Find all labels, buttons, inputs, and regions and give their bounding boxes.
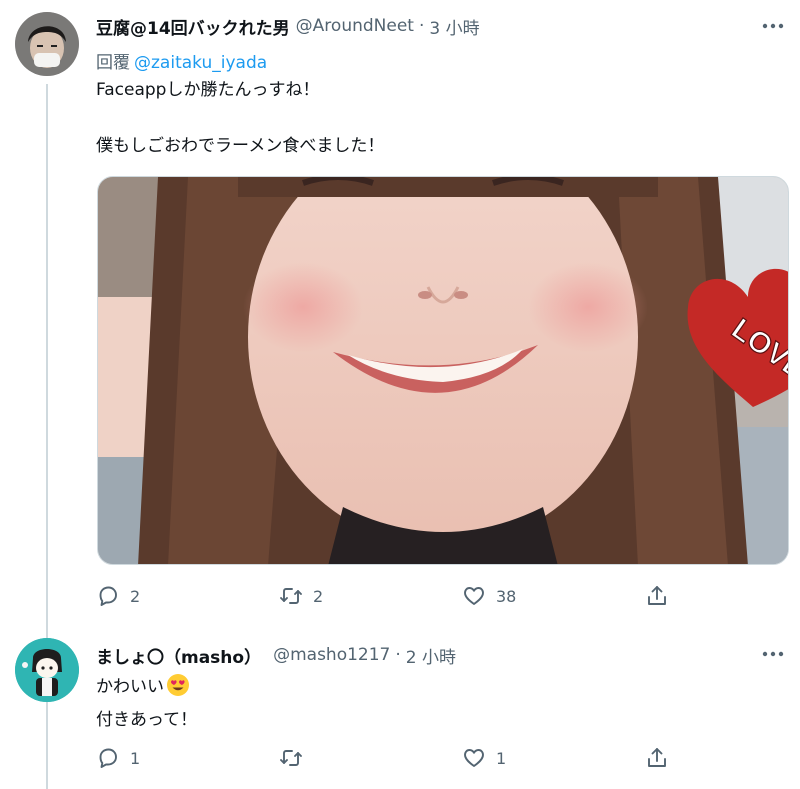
like-icon: [464, 749, 484, 767]
share-button[interactable]: [645, 745, 685, 771]
display-name[interactable]: ましょ〇（masho）: [96, 643, 261, 668]
reply-button[interactable]: 1: [96, 745, 279, 771]
reply-icon: [99, 748, 117, 768]
tweet-actions: 2 2 38: [96, 583, 690, 609]
tweet-text: Faceappしか勝たんっすね！ 僕もしごおわでラーメン食べました！: [96, 76, 384, 160]
like-count: 1: [496, 748, 507, 768]
tweet-text-line: 僕もしごおわでラーメン食べました！: [96, 136, 385, 156]
tweet-text-line-2: 付きあって！: [96, 710, 198, 730]
avatar-masho[interactable]: [15, 638, 79, 702]
tweet-header: ましょ〇（masho） @masho1217 · 2 小時: [96, 641, 456, 669]
reply-button[interactable]: 2: [96, 583, 279, 609]
reply-count: 2: [130, 586, 141, 606]
heart-eyes-emoji-icon: [166, 673, 190, 706]
tweet-text: かわいい 付きあって！: [96, 673, 197, 734]
tweet-actions: 1 1: [96, 745, 690, 771]
share-icon: [648, 748, 666, 767]
replying-to-label: 回覆: [96, 53, 130, 73]
photo-image: LOVE: [98, 177, 788, 564]
display-name[interactable]: 豆腐@14回バックれた男: [96, 14, 290, 39]
share-icon: [648, 586, 666, 605]
tweet-text-line: Faceappしか勝たんっすね！: [96, 80, 320, 100]
replying-to: 回覆 @zaitaku_iyada: [96, 48, 267, 73]
like-button[interactable]: 1: [462, 745, 645, 771]
user-handle[interactable]: @AroundNeet: [296, 16, 414, 36]
tweet-text-line: かわいい: [96, 673, 197, 706]
timestamp[interactable]: 2 小時: [406, 643, 456, 668]
tweet-header: 豆腐@14回バックれた男 @AroundNeet · 3 小時: [96, 12, 480, 40]
tweet-text-line-1: かわいい: [96, 677, 164, 697]
retweet-button[interactable]: [279, 745, 462, 771]
retweet-count: 2: [313, 586, 324, 606]
like-button[interactable]: 38: [462, 583, 645, 609]
separator-dot: ·: [395, 645, 401, 665]
more-options-button[interactable]: [760, 16, 786, 36]
like-icon: [464, 587, 484, 605]
like-count: 38: [496, 586, 517, 606]
retweet-icon: [280, 588, 302, 604]
avatar-aroundneet[interactable]: [15, 12, 79, 76]
more-icon: [762, 651, 784, 657]
reply-count: 1: [130, 748, 141, 768]
reply-icon: [99, 586, 117, 606]
retweet-icon: [280, 750, 302, 766]
user-handle[interactable]: @masho1217: [273, 645, 390, 665]
share-button[interactable]: [645, 583, 685, 609]
tweet-text-blank-line: [96, 104, 384, 132]
retweet-button[interactable]: 2: [279, 583, 462, 609]
more-options-button[interactable]: [760, 644, 786, 664]
mention-link[interactable]: @zaitaku_iyada: [134, 53, 267, 73]
separator-dot: ·: [418, 16, 425, 36]
more-icon: [762, 23, 784, 29]
timestamp[interactable]: 3 小時: [429, 14, 479, 39]
tweet-photo[interactable]: LOVE: [97, 176, 789, 565]
